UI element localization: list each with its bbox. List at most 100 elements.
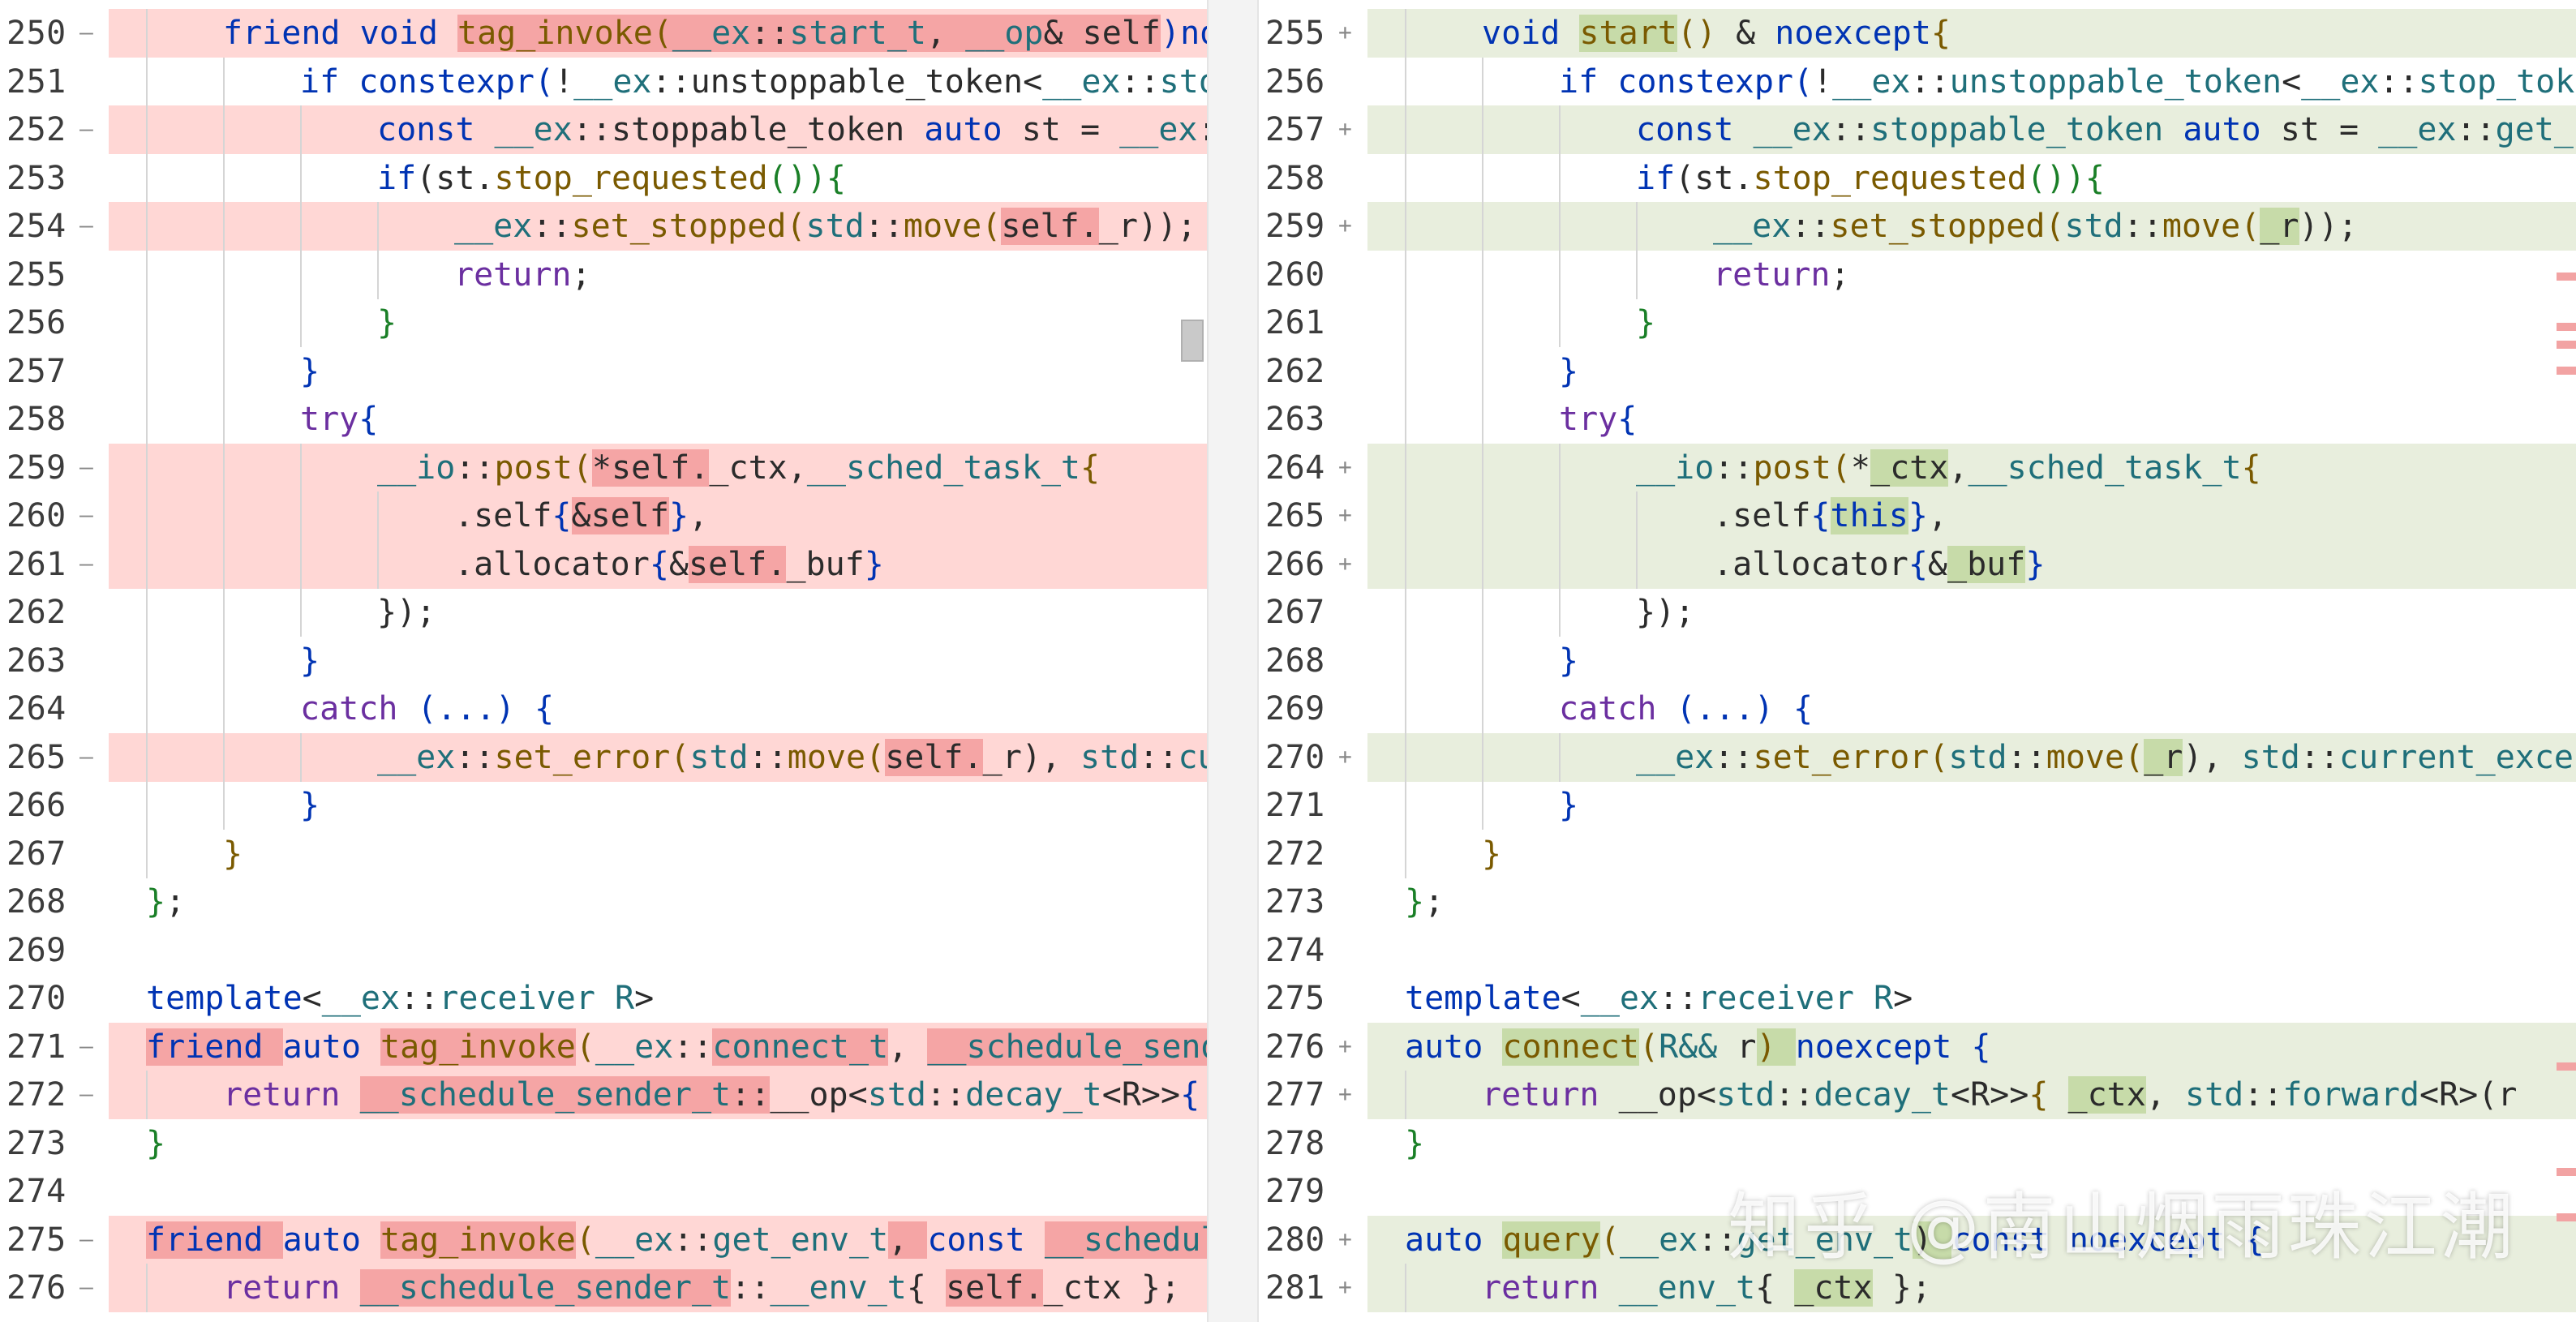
code-text[interactable]: } [1559, 637, 1578, 685]
change-marker[interactable] [2557, 367, 2576, 375]
code-text[interactable]: __io::post(*_ctx,__sched_task_t{ [1636, 444, 2261, 492]
code-line[interactable]: 270 + __ex::set_error(std::move(_r), std::… [1259, 732, 2576, 782]
change-marker[interactable] [2557, 341, 2576, 349]
code-text[interactable]: try{ [300, 395, 378, 444]
code-text[interactable]: .self{&self}, [454, 491, 708, 540]
code-line[interactable]: 257 + const __ex::stoppable_token auto st … [1259, 105, 2576, 154]
left-scrollbar-thumb[interactable] [1181, 320, 1204, 362]
code-line[interactable]: 256 if constexpr(!__ex::unstoppable_token… [1259, 57, 2576, 106]
code-line[interactable]: 267} [0, 829, 1207, 878]
code-text[interactable]: .allocator{&_buf} [1713, 540, 2045, 589]
code-line[interactable]: 278} [1259, 1119, 2576, 1168]
code-line[interactable]: 259– __io::post(*self._ctx,__sched_task_t… [0, 443, 1207, 492]
code-line[interactable]: 255 return; [0, 250, 1207, 299]
code-text[interactable]: } [300, 347, 320, 396]
code-line[interactable]: 276 + auto connect(R&& r) noexcept { [1259, 1022, 2576, 1071]
code-line[interactable]: 260 return; [1259, 250, 2576, 299]
code-line[interactable]: 268}; [0, 878, 1207, 926]
code-line[interactable]: 274 [1259, 926, 2576, 975]
code-line[interactable]: 253 if(st.stop_requested()){ [0, 153, 1207, 203]
code-line[interactable]: 267}); [1259, 588, 2576, 637]
code-text[interactable]: try{ [1559, 395, 1637, 444]
pane-divider[interactable] [1207, 0, 1259, 1322]
code-line[interactable]: 273} [0, 1119, 1207, 1168]
code-line[interactable]: 258 if(st.stop_requested()){ [1259, 153, 2576, 203]
code-text[interactable]: __ex::set_stopped(std::move(_r)); [1713, 202, 2358, 251]
code-line[interactable]: 256} [0, 298, 1207, 347]
code-line[interactable]: 255 + void start() & noexcept{ [1259, 9, 2576, 58]
change-marker[interactable] [2557, 273, 2576, 281]
code-line[interactable]: 264 catch (...) { [0, 685, 1207, 733]
code-text[interactable]: } [377, 298, 397, 347]
code-line[interactable]: 264 + __io::post(*_ctx,__sched_task_t{ [1259, 443, 2576, 492]
code-text[interactable]: } [146, 1119, 165, 1168]
code-text[interactable]: } [300, 781, 320, 830]
code-text[interactable]: if constexpr(!__ex::unstoppable_token<__… [1559, 58, 2576, 106]
code-line[interactable]: 263} [0, 636, 1207, 685]
code-text[interactable]: return; [1713, 251, 1850, 299]
code-line[interactable]: 273}; [1259, 878, 2576, 926]
code-line[interactable]: 251 if constexpr(!__ex::unstoppable_token… [0, 57, 1207, 106]
code-line[interactable]: 257} [0, 346, 1207, 396]
code-line[interactable]: 272– return __schedule_sender_t::__op<std… [0, 1071, 1207, 1119]
code-text[interactable]: } [1559, 781, 1578, 830]
code-text[interactable]: } [1482, 830, 1501, 878]
code-line[interactable]: 262} [1259, 346, 2576, 396]
code-line[interactable]: 271– friend auto tag_invoke(__ex::connect… [0, 1022, 1207, 1071]
code-text[interactable]: return __schedule_sender_t::__env_t{ sel… [223, 1264, 1180, 1312]
code-text[interactable]: if constexpr(!__ex::unstoppable_token<__… [300, 58, 1207, 106]
code-line[interactable]: 261– .allocator{&self._buf} [0, 539, 1207, 589]
code-line[interactable]: 260– .self{&self}, [0, 491, 1207, 540]
code-text[interactable]: template<__ex::receiver R> [146, 974, 654, 1023]
code-line[interactable]: 272} [1259, 829, 2576, 878]
right-pane-modified[interactable]: 255 + void start() & noexcept{256 if conste… [1259, 0, 2576, 1322]
code-line[interactable]: 268} [1259, 636, 2576, 685]
code-text[interactable]: } [300, 637, 320, 685]
code-text[interactable]: void start() & noexcept{ [1482, 9, 1951, 58]
code-text[interactable]: }); [1636, 588, 1694, 637]
code-text[interactable]: .self{this}, [1713, 491, 1947, 540]
code-text[interactable]: __ex::set_error(std::move(self._r), std:… [377, 733, 1207, 782]
code-text[interactable]: return __op<std::decay_t<R>>{ _ctx, std:… [1482, 1071, 2517, 1119]
change-marker[interactable] [2557, 1062, 2576, 1071]
change-marker-strip[interactable] [2557, 243, 2576, 1298]
code-text[interactable]: template<__ex::receiver R> [1405, 974, 1913, 1023]
code-line[interactable]: 270 template<__ex::receiver R> [0, 974, 1207, 1023]
code-text[interactable]: catch (...) { [300, 685, 554, 733]
code-line[interactable]: 277 + return __op<std::decay_t<R>>{ _ctx, … [1259, 1071, 2576, 1119]
change-marker[interactable] [2557, 1168, 2576, 1176]
code-line[interactable]: 254– __ex::set_stopped(std::move(self._r)… [0, 202, 1207, 251]
code-text[interactable]: if(st.stop_requested()){ [377, 154, 846, 203]
code-line[interactable]: 274 [0, 1167, 1207, 1216]
code-text[interactable]: } [1559, 347, 1578, 396]
code-text[interactable]: __io::post(*self._ctx,__sched_task_t{ [377, 444, 1100, 492]
code-text[interactable]: friend auto tag_invoke(__ex::get_env_t, … [146, 1216, 1207, 1264]
code-text[interactable]: } [1636, 298, 1655, 347]
code-line[interactable]: 271} [1259, 781, 2576, 830]
code-text[interactable]: return; [454, 251, 591, 299]
code-text[interactable]: } [1405, 1119, 1424, 1168]
code-text[interactable]: } [223, 830, 243, 878]
code-text[interactable]: __ex::set_stopped(std::move(self._r)); [454, 202, 1196, 251]
code-text[interactable]: friend auto tag_invoke(__ex::connect_t, … [146, 1023, 1207, 1071]
code-line[interactable]: 261} [1259, 298, 2576, 347]
code-text[interactable]: const __ex::stoppable_token auto st = __… [1636, 105, 2576, 154]
code-line[interactable]: 275 template<__ex::receiver R> [1259, 974, 2576, 1023]
code-text[interactable]: __ex::set_error(std::move(_r), std::curr… [1636, 733, 2576, 782]
change-marker[interactable] [2557, 323, 2576, 331]
change-marker[interactable] [2557, 1213, 2576, 1221]
code-line[interactable]: 263 try{ [1259, 395, 2576, 444]
code-line[interactable]: 269 catch (...) { [1259, 685, 2576, 733]
code-text[interactable]: const __ex::stoppable_token auto st = __… [377, 105, 1207, 154]
code-line[interactable]: 266 + .allocator{&_buf} [1259, 539, 2576, 589]
code-text[interactable]: }); [377, 588, 436, 637]
code-line[interactable]: 269 [0, 926, 1207, 975]
code-line[interactable]: 265– __ex::set_error(std::move(self._r), … [0, 732, 1207, 782]
code-line[interactable]: 252– const __ex::stoppable_token auto st … [0, 105, 1207, 154]
code-line[interactable]: 250– friend void tag_invoke(__ex::start_t… [0, 9, 1207, 58]
code-text[interactable]: return __schedule_sender_t::__op<std::de… [223, 1071, 1200, 1119]
code-line[interactable]: 275– friend auto tag_invoke(__ex::get_env… [0, 1215, 1207, 1264]
code-line[interactable]: 276– return __schedule_sender_t::__env_t{… [0, 1264, 1207, 1312]
code-line[interactable]: 265 + .self{this}, [1259, 491, 2576, 540]
code-line[interactable]: 258 try{ [0, 395, 1207, 444]
